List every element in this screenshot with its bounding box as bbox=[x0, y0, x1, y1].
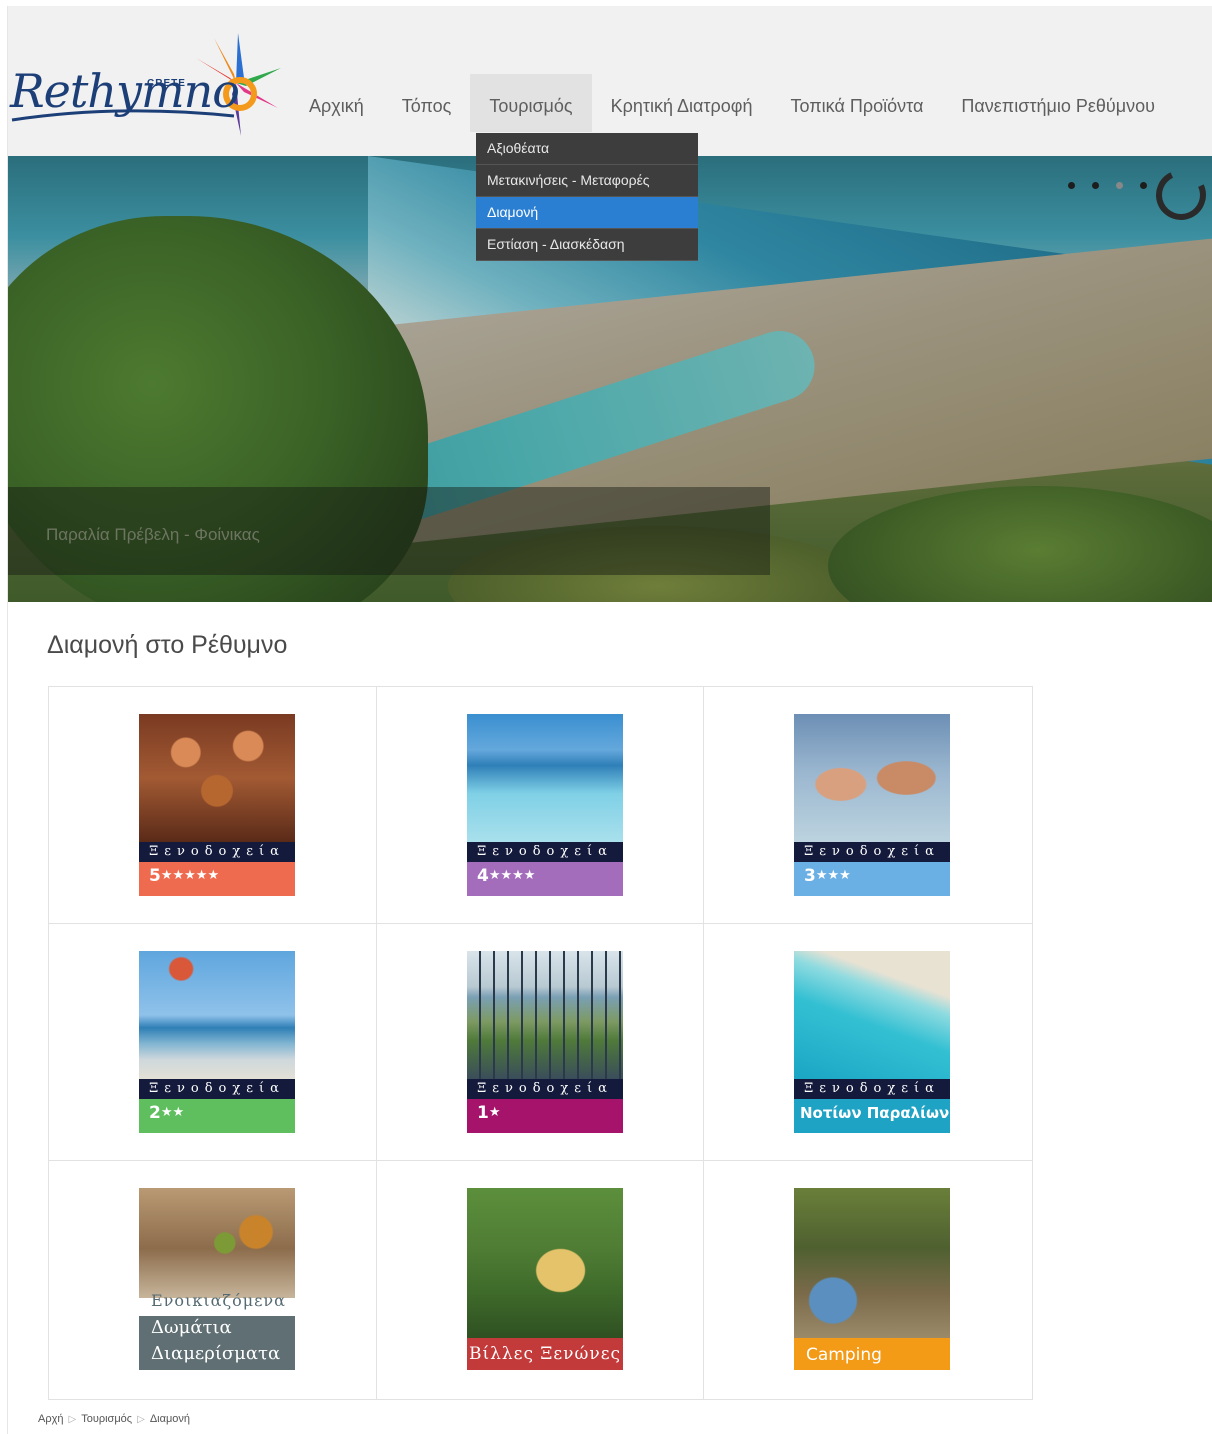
hotels-5-star-card[interactable]: Ξενοδοχεία 5★★★★★ bbox=[139, 714, 295, 896]
breadcrumb-home[interactable]: Αρχή bbox=[38, 1413, 64, 1425]
villa-photo bbox=[467, 1188, 623, 1338]
tourism-dropdown-menu: Αξιοθέατα Μετακινήσεις - Μεταφορές Διαμο… bbox=[476, 133, 698, 261]
card-label-number: 3 bbox=[804, 866, 816, 886]
card-label: Βίλλες Ξενώνες bbox=[467, 1338, 623, 1370]
card-band: Ξενοδοχεία bbox=[467, 842, 623, 862]
grid-cell: Ξενοδοχεία Νοτίων Παραλίων bbox=[704, 924, 1032, 1161]
card-label: Camping bbox=[794, 1338, 950, 1370]
slide-dot-3[interactable] bbox=[1116, 182, 1123, 189]
card-label-number: 4 bbox=[477, 866, 489, 886]
dropdown-item-dining[interactable]: Εστίαση - Διασκέδαση bbox=[476, 229, 698, 261]
slider-timer-icon bbox=[1148, 162, 1212, 228]
balcony-view-photo bbox=[467, 951, 623, 1079]
page: Rethymno CRETE Αρχική Τόπος Τουρισμός Κρ… bbox=[7, 6, 1212, 1434]
dropdown-item-transport[interactable]: Μετακινήσεις - Μεταφορές bbox=[476, 165, 698, 197]
nav-item-place[interactable]: Τόπος bbox=[383, 74, 471, 132]
nav-item-home[interactable]: Αρχική bbox=[290, 74, 383, 132]
hotels-3-star-card[interactable]: Ξενοδοχεία 3★★★ bbox=[794, 714, 950, 896]
villas-guesthouses-card[interactable]: Βίλλες Ξενώνες bbox=[467, 1188, 623, 1370]
breadcrumb-separator-icon: ▷ bbox=[68, 1413, 77, 1425]
card-label-line-1: Ενοικιαζόμενα bbox=[151, 1291, 286, 1310]
card-label-number: 1 bbox=[477, 1103, 489, 1123]
card-label-line-3: Διαμερίσματα bbox=[151, 1343, 281, 1364]
nav-item-university[interactable]: Πανεπιστήμιο Ρεθύμνου bbox=[942, 74, 1174, 132]
card-label: 1★ bbox=[467, 1099, 623, 1133]
grid-cell: Ξενοδοχεία 3★★★ bbox=[704, 687, 1032, 924]
restaurant-photo bbox=[139, 714, 295, 842]
site-logo[interactable]: Rethymno CRETE bbox=[8, 28, 288, 148]
accommodation-grid: Ξενοδοχεία 5★★★★★ Ξενοδοχεία 4★★★★ Ξενοδ… bbox=[48, 686, 1033, 1400]
card-label: 5★★★★★ bbox=[139, 862, 295, 896]
card-label: Νοτίων Παραλίων bbox=[794, 1099, 950, 1133]
grid-cell: Βίλλες Ξενώνες bbox=[377, 1161, 704, 1399]
hotels-4-star-card[interactable]: Ξενοδοχεία 4★★★★ bbox=[467, 714, 623, 896]
pool-photo bbox=[467, 714, 623, 842]
camping-card[interactable]: Camping bbox=[794, 1188, 950, 1370]
card-label-stars: ★★★★★ bbox=[160, 868, 220, 883]
grid-cell: Ξενοδοχεία 2★★ bbox=[49, 924, 377, 1161]
card-label-stars: ★★★ bbox=[815, 868, 851, 883]
card-label-line-2: Δωμάτια bbox=[151, 1317, 232, 1338]
breadcrumb-accommodation: Διαμονή bbox=[149, 1413, 191, 1425]
hero-shrubs bbox=[828, 486, 1212, 602]
grid-cell: Ξενοδοχεία 5★★★★★ bbox=[49, 687, 377, 924]
breadcrumb: Αρχή ▷ Τουρισμός ▷ Διαμονή bbox=[38, 1413, 190, 1425]
card-band: Ξενοδοχεία bbox=[139, 1079, 295, 1099]
grid-cell: Camping bbox=[704, 1161, 1032, 1399]
camping-photo bbox=[794, 1188, 950, 1338]
card-label-stars: ★★ bbox=[160, 1105, 185, 1120]
turquoise-beach-photo bbox=[794, 951, 950, 1079]
hotels-2-star-card[interactable]: Ξενοδοχεία 2★★ bbox=[139, 951, 295, 1133]
card-label: 3★★★ bbox=[794, 862, 950, 896]
logo-small-text: CRETE bbox=[147, 78, 186, 89]
dropdown-item-sights[interactable]: Αξιοθέατα bbox=[476, 133, 698, 165]
nav-item-tourism[interactable]: Τουρισμός bbox=[470, 74, 592, 132]
nav-item-local-products[interactable]: Τοπικά Προϊόντα bbox=[771, 74, 942, 132]
breadcrumb-separator-icon: ▷ bbox=[137, 1413, 145, 1425]
fruit-basket-photo bbox=[139, 1188, 295, 1298]
card-label-stars: ★★★★ bbox=[488, 868, 536, 883]
grid-cell: Ξενοδοχεία 4★★★★ bbox=[377, 687, 704, 924]
nav-item-cretan-diet[interactable]: Κρητική Διατροφή bbox=[592, 74, 772, 132]
card-label: 2★★ bbox=[139, 1099, 295, 1133]
card-band: Ξενοδοχεία bbox=[794, 1079, 950, 1099]
rooms-apartments-card[interactable]: Ενοικιαζόμενα Δωμάτια Διαμερίσματα bbox=[139, 1188, 295, 1370]
card-band: Ξενοδοχεία bbox=[467, 1079, 623, 1099]
page-title: Διαμονή στο Ρέθυμνο bbox=[47, 631, 288, 659]
slide-dot-2[interactable] bbox=[1092, 182, 1099, 189]
breadcrumb-tourism[interactable]: Τουρισμός bbox=[81, 1413, 132, 1425]
parasail-beach-photo bbox=[139, 951, 295, 1079]
main-nav: Αρχική Τόπος Τουρισμός Κρητική Διατροφή … bbox=[290, 74, 1174, 132]
card-band: Ξενοδοχεία bbox=[794, 842, 950, 862]
logo-swirl-icon bbox=[11, 109, 235, 122]
grid-cell: Ενοικιαζόμενα Δωμάτια Διαμερίσματα bbox=[49, 1161, 377, 1399]
dropdown-item-accommodation[interactable]: Διαμονή bbox=[476, 197, 698, 229]
card-label-number: 5 bbox=[149, 866, 161, 886]
slide-caption: Παραλία Πρέβελη - Φοίνικας bbox=[46, 525, 260, 544]
south-beaches-hotels-card[interactable]: Ξενοδοχεία Νοτίων Παραλίων bbox=[794, 951, 950, 1133]
card-band: Ξενοδοχεία bbox=[139, 842, 295, 862]
card-label: 4★★★★ bbox=[467, 862, 623, 896]
hotels-1-star-card[interactable]: Ξενοδοχεία 1★ bbox=[467, 951, 623, 1133]
slider-pagination bbox=[1068, 182, 1156, 189]
card-label-number: 2 bbox=[149, 1103, 161, 1123]
grid-cell: Ξενοδοχεία 1★ bbox=[377, 924, 704, 1161]
jacuzzi-photo bbox=[794, 714, 950, 842]
slide-dot-1[interactable] bbox=[1068, 182, 1075, 189]
card-label-stars: ★ bbox=[488, 1105, 501, 1120]
slide-dot-4[interactable] bbox=[1140, 182, 1147, 189]
